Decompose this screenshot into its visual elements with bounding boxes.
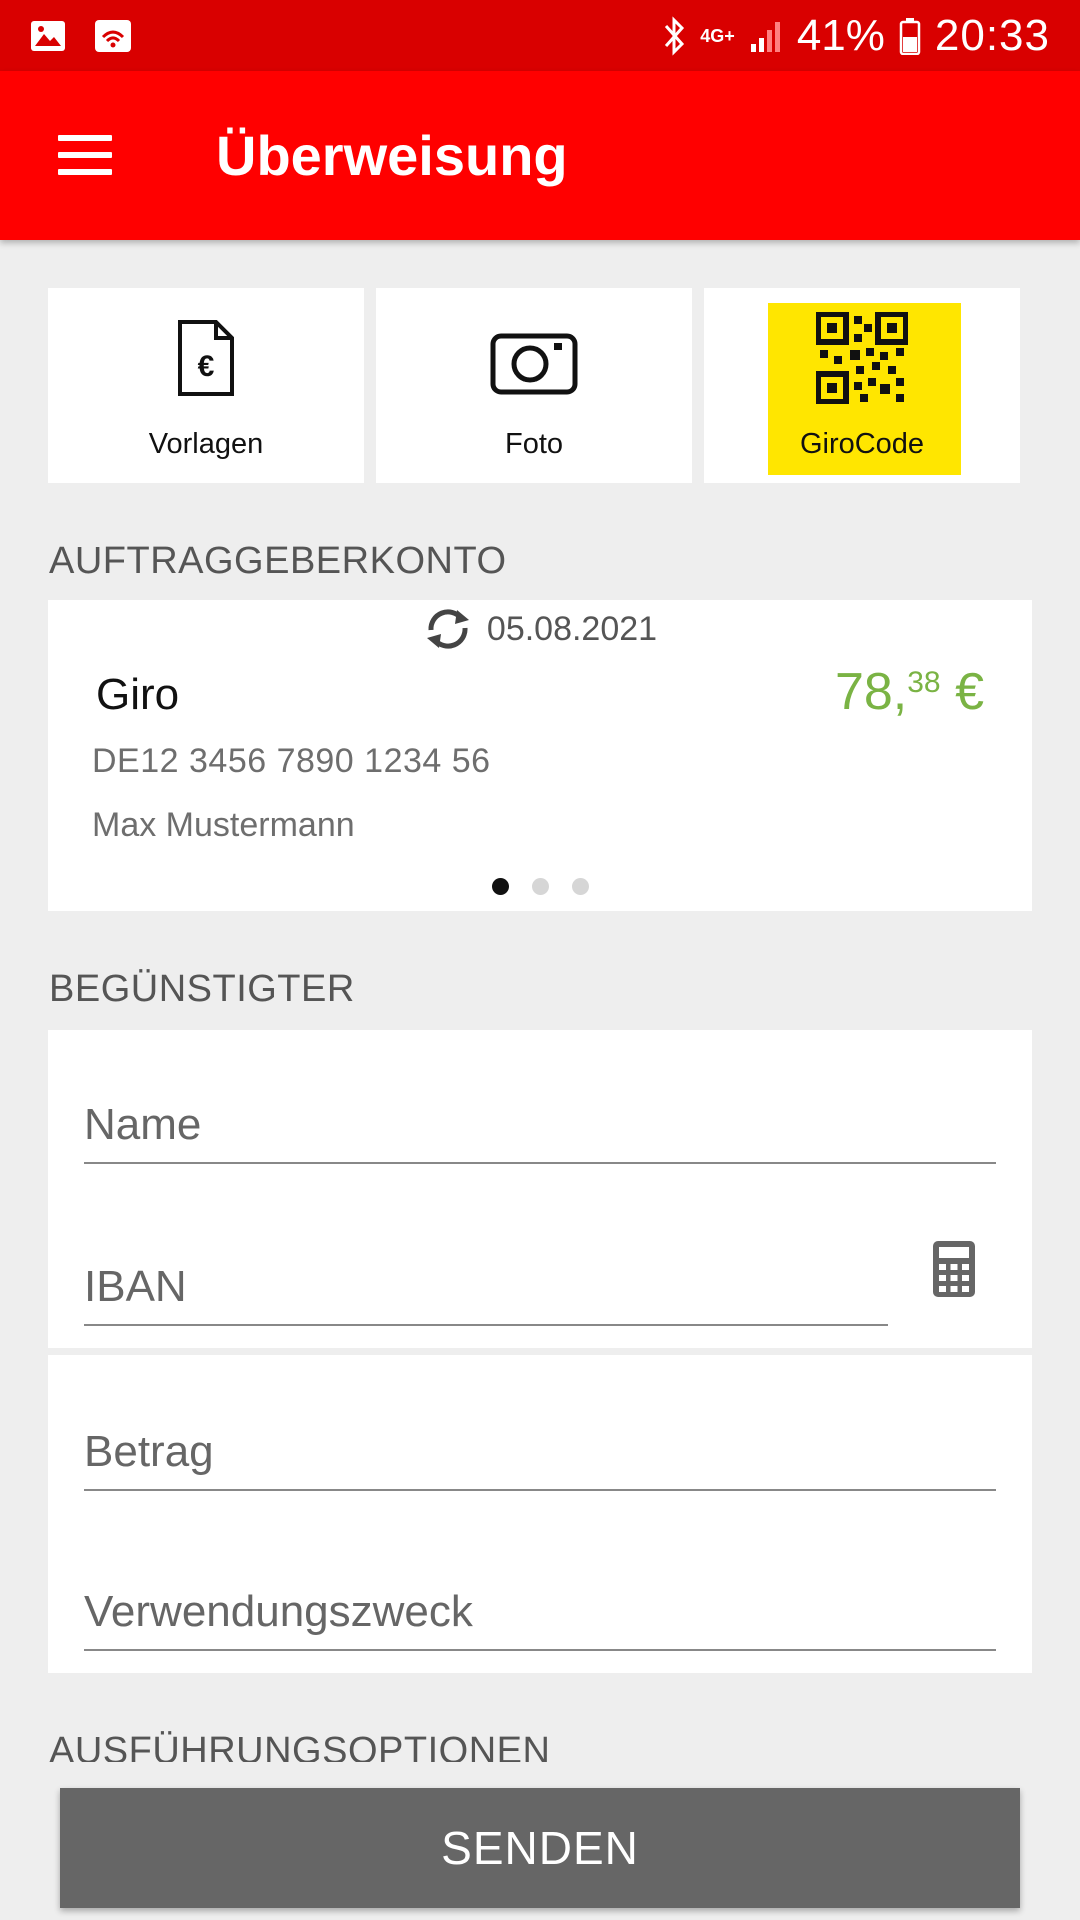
iban-placeholder: IBAN — [84, 1262, 187, 1311]
templates-label: Vorlagen — [148, 428, 264, 460]
battery-percent: 41% — [796, 10, 885, 60]
pager-dot[interactable] — [531, 878, 549, 895]
account-balance: 78,38 € — [835, 662, 984, 722]
app-bar: Überweisung — [0, 71, 1080, 240]
name-placeholder: Name — [84, 1100, 202, 1149]
wifi-calling-icon — [95, 19, 131, 52]
amount-field[interactable]: Betrag — [84, 1407, 996, 1491]
girocode-button[interactable]: GiroCode — [704, 288, 1020, 483]
photo-button[interactable]: Foto — [376, 288, 692, 483]
clock: 20:33 — [934, 10, 1050, 60]
balance-currency: € — [955, 663, 984, 721]
signal-icon — [750, 21, 780, 52]
quick-actions: € Vorlagen Foto GiroCode — [48, 288, 1020, 483]
battery-icon — [899, 17, 921, 55]
bluetooth-icon — [665, 15, 685, 56]
account-pager — [48, 878, 1032, 895]
account-holder: Max Mustermann — [92, 806, 355, 844]
camera-icon — [490, 333, 578, 395]
hamburger-menu-icon[interactable] — [58, 135, 112, 175]
purpose-field[interactable]: Verwendungszweck — [84, 1567, 996, 1651]
photo-label: Foto — [504, 428, 564, 460]
beneficiary-card: Name IBAN — [48, 1030, 1032, 1348]
purpose-placeholder: Verwendungszweck — [84, 1587, 473, 1636]
image-icon — [31, 20, 65, 51]
network-type: 4G+ — [700, 25, 735, 46]
payment-card: Betrag Verwendungszweck — [48, 1355, 1032, 1673]
options-heading-text: AUSFÜHRUNGSOPTIONEN — [49, 1730, 551, 1762]
send-button[interactable]: SENDEN — [60, 1788, 1020, 1908]
account-name: Giro — [96, 670, 180, 719]
amount-placeholder: Betrag — [84, 1427, 214, 1476]
page-title: Überweisung — [216, 124, 568, 187]
balance-cents: 38 — [907, 666, 941, 699]
calculator-icon[interactable] — [932, 1240, 976, 1298]
status-bar: 4G+ 41% 20:33 — [0, 0, 1080, 71]
svg-text:€: € — [198, 350, 215, 383]
name-field[interactable]: Name — [84, 1080, 996, 1164]
account-iban: DE12 3456 7890 1234 56 — [92, 742, 491, 780]
pager-dot[interactable] — [491, 878, 509, 895]
options-section-heading: AUSFÜHRUNGSOPTIONEN — [49, 1728, 550, 1762]
girocode-label: GiroCode — [799, 428, 925, 460]
qr-code-icon — [816, 312, 908, 404]
account-sync-row: 05.08.2021 — [48, 608, 1032, 650]
payer-account-card[interactable]: 05.08.2021 Giro 78,38 € DE12 3456 7890 1… — [48, 600, 1032, 911]
sync-icon[interactable] — [423, 608, 473, 650]
beneficiary-section-heading: BEGÜNSTIGTER — [49, 968, 355, 1010]
payer-section-heading: AUFTRAGGEBERKONTO — [49, 540, 507, 582]
templates-button[interactable]: € Vorlagen — [48, 288, 364, 483]
balance-main: 78, — [834, 663, 908, 721]
euro-document-icon: € — [178, 320, 234, 396]
iban-field[interactable]: IBAN — [84, 1240, 888, 1326]
pager-dot[interactable] — [571, 878, 589, 895]
account-sync-date: 05.08.2021 — [486, 609, 658, 648]
